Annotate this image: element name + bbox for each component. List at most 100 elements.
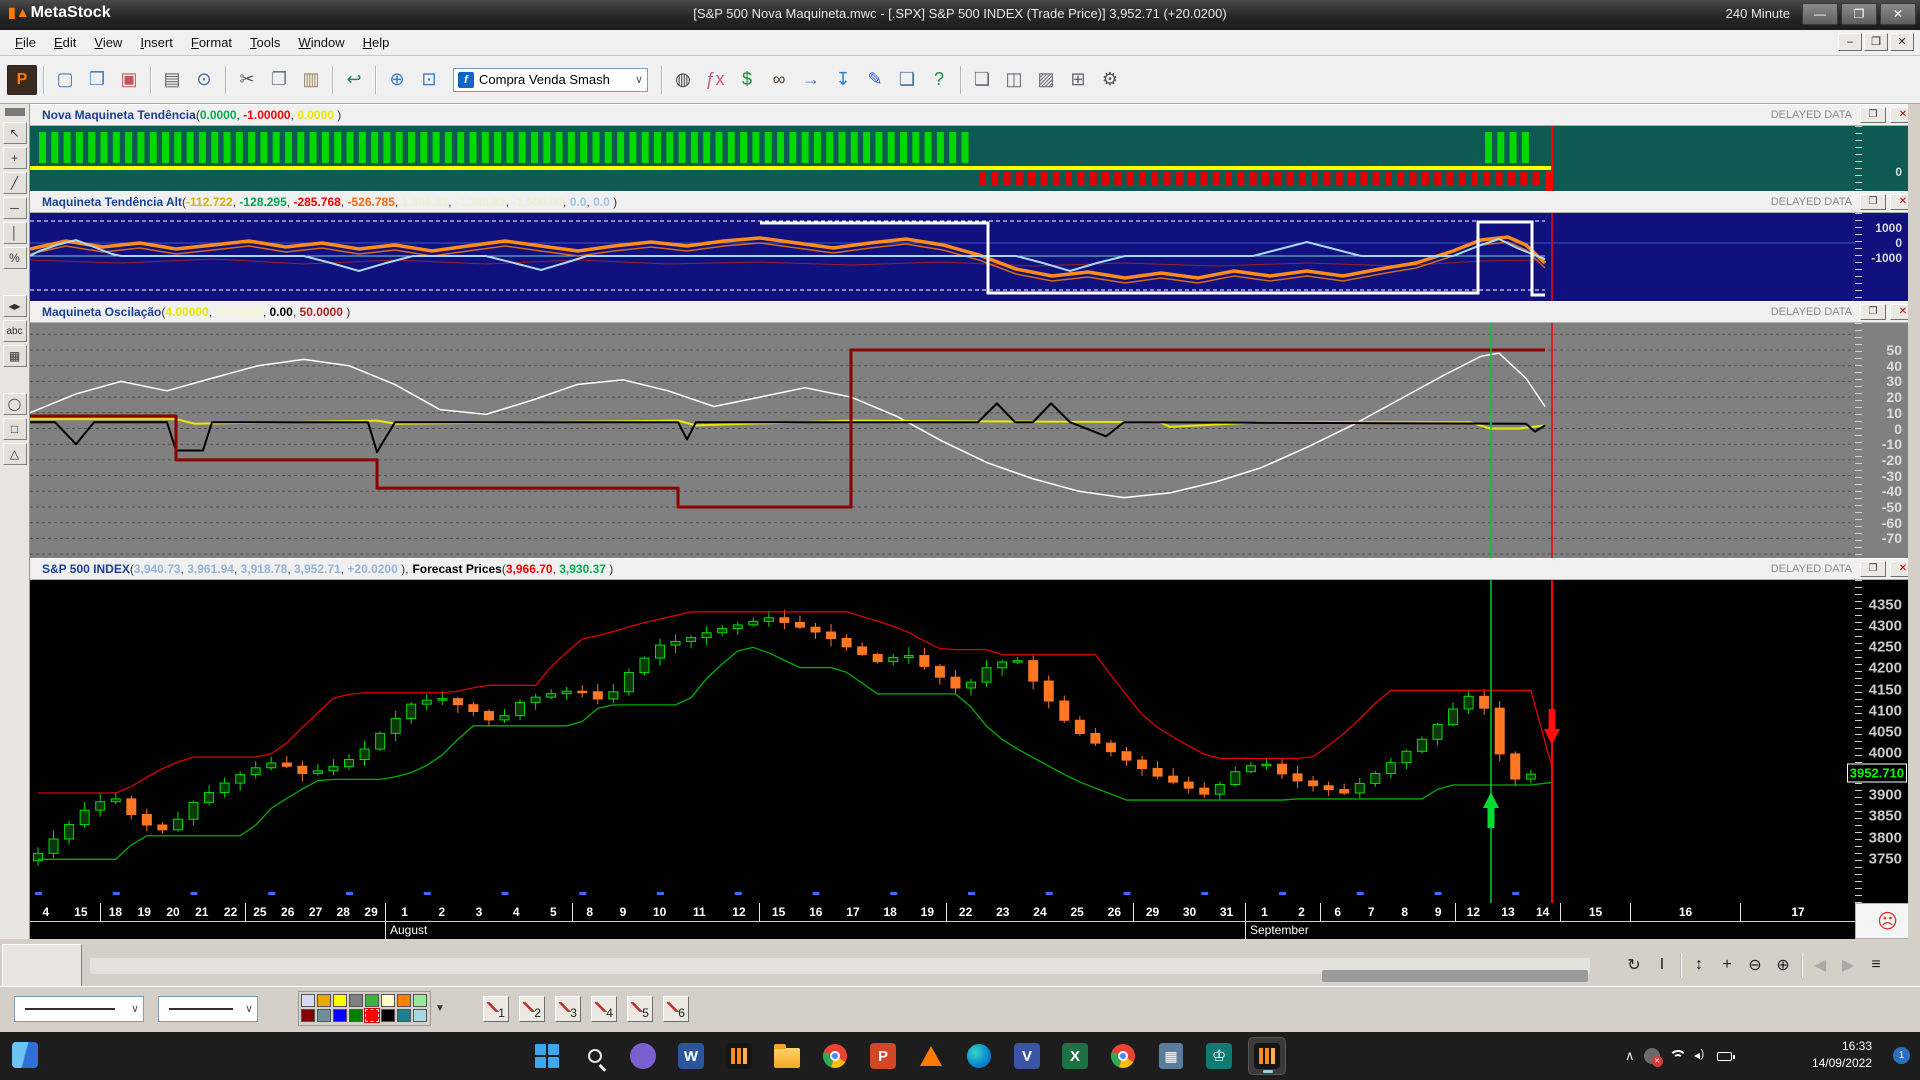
trendline-tool[interactable]: ╱: [3, 172, 27, 194]
volume-icon[interactable]: [1694, 1050, 1708, 1062]
color-swatch[interactable]: [349, 1009, 363, 1022]
p3-scale[interactable]: 50403020100-10-20-30-40-50-60-70: [1855, 323, 1908, 558]
p4-chart[interactable]: [30, 580, 1855, 903]
vlc[interactable]: [912, 1037, 950, 1075]
metastock-app-icon[interactable]: P: [7, 65, 37, 95]
metastock-pinned[interactable]: [720, 1037, 758, 1075]
copy-icon[interactable]: ❐: [264, 65, 294, 95]
p4-header[interactable]: S&P 500 INDEX (3,940.73, 3,961.94, 3,918…: [30, 558, 1920, 580]
search-button[interactable]: [576, 1037, 614, 1075]
color-swatch[interactable]: [333, 994, 347, 1007]
ellipse-tool[interactable]: ◯: [3, 393, 27, 415]
close-button[interactable]: ✕: [1880, 3, 1916, 25]
chart-list-button[interactable]: ≡: [1863, 952, 1889, 978]
p2-header[interactable]: Maquineta Tendência Alt (-112.722, -128.…: [30, 191, 1920, 213]
period-button-3[interactable]: 3: [555, 996, 581, 1022]
start-button[interactable]: [528, 1037, 566, 1075]
print-preview-icon[interactable]: ⊙: [189, 65, 219, 95]
color-swatch[interactable]: [333, 1009, 347, 1022]
color-swatch[interactable]: [397, 1009, 411, 1022]
sync-error-icon[interactable]: [1644, 1048, 1660, 1064]
calculator[interactable]: ▦: [1152, 1037, 1190, 1075]
chess-app[interactable]: ♔: [1200, 1037, 1238, 1075]
date-axis[interactable]: 4151819202122252627282912345891011121516…: [30, 903, 1855, 921]
cut-icon[interactable]: ✂: [232, 65, 262, 95]
power-console-icon[interactable]: ◍: [668, 65, 698, 95]
p2-scale[interactable]: 10000-1000: [1855, 213, 1908, 301]
mdi-minimize-button[interactable]: –: [1838, 33, 1862, 51]
zoom-in-button[interactable]: ⊕: [1770, 952, 1796, 978]
new-chart-icon[interactable]: ▢: [50, 65, 80, 95]
menu-insert[interactable]: Insert: [131, 32, 182, 53]
explorer-binoculars-icon[interactable]: ∞: [764, 65, 794, 95]
period-button-6[interactable]: 6: [663, 996, 689, 1022]
p3-chart[interactable]: [30, 323, 1855, 558]
color-swatch[interactable]: [317, 994, 331, 1007]
metastock-active[interactable]: [1248, 1037, 1286, 1075]
zoom-select-icon[interactable]: ⊡: [414, 65, 444, 95]
vertical-line-tool[interactable]: │: [3, 222, 27, 244]
cascade-windows-icon[interactable]: ❏: [967, 65, 997, 95]
menu-window[interactable]: Window: [289, 32, 353, 53]
paste-icon[interactable]: ▥: [296, 65, 326, 95]
menu-view[interactable]: View: [85, 32, 131, 53]
wifi-icon[interactable]: [1669, 1050, 1685, 1063]
color-swatch[interactable]: [413, 1009, 427, 1022]
plot-tool-icon[interactable]: ✎: [860, 65, 890, 95]
chart-panes-icon[interactable]: ◫: [999, 65, 1029, 95]
p2-chart[interactable]: [30, 213, 1855, 301]
crosshair-tool[interactable]: +: [3, 147, 27, 169]
crosshair-cursor-button[interactable]: I: [1649, 952, 1675, 978]
period-button-1[interactable]: 1: [483, 996, 509, 1022]
scroll-arrows-tool[interactable]: ◂▸: [3, 295, 27, 317]
download-icon[interactable]: ↧: [828, 65, 858, 95]
refresh-button[interactable]: ↻: [1621, 952, 1647, 978]
color-swatch[interactable]: [301, 1009, 315, 1022]
period-button-2[interactable]: 2: [519, 996, 545, 1022]
report-icon[interactable]: ❑: [892, 65, 922, 95]
mdi-restore-button[interactable]: ❐: [1864, 33, 1888, 51]
color-swatch[interactable]: [397, 994, 411, 1007]
period-button-5[interactable]: 5: [627, 996, 653, 1022]
scrollbar-thumb[interactable]: [1322, 970, 1588, 982]
rectangle-tool[interactable]: □: [3, 418, 27, 440]
grid-tool[interactable]: ▦: [3, 345, 27, 367]
menu-format[interactable]: Format: [182, 32, 241, 53]
panel-restore-button[interactable]: ❐: [1860, 304, 1886, 320]
color-swatch[interactable]: [365, 994, 379, 1007]
tile-windows-icon[interactable]: ⊞: [1063, 65, 1093, 95]
app-purple[interactable]: [624, 1037, 662, 1075]
word[interactable]: W: [672, 1037, 710, 1075]
edge[interactable]: [960, 1037, 998, 1075]
menu-tools[interactable]: Tools: [241, 32, 289, 53]
color-swatch[interactable]: [381, 1009, 395, 1022]
minimize-button[interactable]: —: [1802, 3, 1838, 25]
system-clock[interactable]: 16:33 14/09/2022: [1812, 1038, 1872, 1072]
chrome-profile-1[interactable]: [816, 1037, 854, 1075]
triangle-tool[interactable]: △: [3, 443, 27, 465]
line-weight-select[interactable]: ∨: [158, 996, 258, 1022]
pointer-tool[interactable]: ↖: [3, 122, 27, 144]
color-swatch[interactable]: [365, 1009, 379, 1022]
save-icon[interactable]: ▣: [114, 65, 144, 95]
vertical-scale-button[interactable]: ↕: [1686, 952, 1712, 978]
palette-dropdown-icon[interactable]: ▼: [435, 1003, 445, 1014]
pan-button[interactable]: +: [1714, 952, 1740, 978]
dollar-icon[interactable]: $: [732, 65, 762, 95]
page-next-button[interactable]: ▶: [1835, 952, 1861, 978]
excel[interactable]: X: [1056, 1037, 1094, 1075]
chart-template-icon[interactable]: ▨: [1031, 65, 1061, 95]
p4-scale[interactable]: 4350430042504200415041004050400039003850…: [1855, 580, 1908, 903]
menu-file[interactable]: File: [6, 32, 45, 53]
maximize-button[interactable]: ❐: [1841, 3, 1877, 25]
delete-tool[interactable]: %: [3, 247, 27, 269]
panel-restore-button[interactable]: ❐: [1860, 561, 1886, 577]
mdi-close-button[interactable]: ✕: [1890, 33, 1914, 51]
p3-header[interactable]: Maquineta Oscilação (4.00000, -8.92219, …: [30, 301, 1920, 323]
toolbar-handle[interactable]: [5, 108, 25, 116]
notification-badge[interactable]: 1: [1893, 1047, 1910, 1064]
undo-icon[interactable]: ↩: [339, 65, 369, 95]
layout-select[interactable]: fCompra Venda Smash∨: [453, 68, 648, 92]
chrome-profile-2[interactable]: [1104, 1037, 1142, 1075]
taskbar-widget-icon[interactable]: [12, 1042, 38, 1068]
